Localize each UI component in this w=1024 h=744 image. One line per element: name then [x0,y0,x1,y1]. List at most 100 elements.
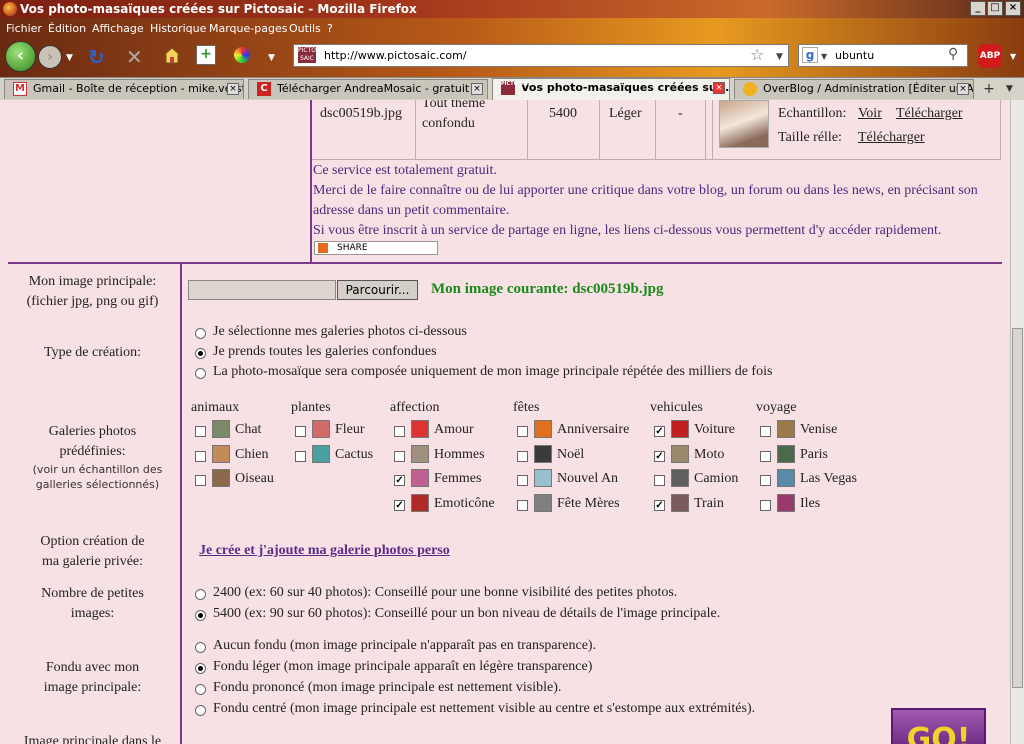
gallery-checkbox[interactable] [394,450,405,462]
gallery-thumbnail [777,444,795,463]
reload-icon[interactable]: ↻ [88,45,105,69]
tab-overblog[interactable]: OverBlog / Administration [Éditer un Art… [734,79,974,99]
menu-help[interactable]: ? [327,22,333,35]
tab-close-icon[interactable]: × [713,82,725,94]
gallery-thumbnail [534,494,552,513]
file-input[interactable] [188,280,336,300]
fondu-option-radio[interactable] [195,684,206,695]
tab-close-icon[interactable]: × [227,83,239,95]
gallery-checkbox[interactable] [654,475,665,487]
share-button[interactable]: SHARE [314,241,438,255]
type-option-radio[interactable] [195,328,206,339]
gallery-checkbox[interactable]: ✓ [394,500,405,512]
gallery-thumbnail [411,420,429,438]
menu-historique[interactable]: Historique [150,22,206,35]
count-option-radio[interactable] [195,589,206,600]
fondu-option-label: Fondu prononcé (mon image principale est… [213,680,562,695]
type-option-radio[interactable] [195,368,206,379]
go-button[interactable]: GO! [891,708,986,744]
new-tab-button[interactable]: + [980,80,998,98]
search-engine-dropdown-icon: ▼ [821,52,828,61]
gallery-item-label: Hommes [434,446,485,462]
gallery-checkbox[interactable] [760,500,771,512]
scrollbar-thumb[interactable] [1012,328,1023,688]
echantillon-voir-link[interactable]: Voir [858,106,882,122]
private-gallery-label-line2: ma galerie privée: [41,554,144,569]
gallery-item-label: Voiture [694,422,735,437]
adblock-icon[interactable]: ABP [978,44,1002,68]
gallery-checkbox[interactable] [195,450,206,462]
gallery-checkbox[interactable] [517,426,528,437]
search-icon[interactable]: ⚲ [948,46,958,62]
gallery-checkbox[interactable] [760,426,771,437]
gallery-checkbox[interactable] [295,450,306,462]
gallery-item-label: Emoticône [434,496,495,512]
gallery-checkbox[interactable] [195,426,206,437]
bookmark-add-icon[interactable]: + [196,45,216,65]
gallery-checkbox[interactable]: ✓ [654,500,665,512]
fondu-option-radio[interactable] [195,663,206,674]
echantillon-telecharger-link[interactable]: Télécharger [896,106,963,122]
home-icon[interactable] [162,45,182,65]
url-dropdown-icon[interactable]: ▼ [776,52,783,62]
share-icon [318,243,328,253]
tab-pictosaic[interactable]: PICTO SAIC Vos photo-masaïques créées su… [492,78,730,100]
tab-gmail[interactable]: M Gmail - Boîte de réception - mike.vers… [4,79,244,99]
gallery-item-label: Iles [800,496,821,512]
window-title: Vos photo-masaïques créées sur Pictosaic… [20,2,417,16]
close-window-button[interactable]: × [1005,1,1021,16]
gallery-checkbox[interactable] [517,475,528,487]
back-button[interactable]: ‹ [5,41,36,72]
private-gallery-link[interactable]: Je crée et j'ajoute ma galerie photos pe… [199,543,450,559]
browse-button[interactable]: Parcourir... [337,280,418,300]
gallery-category-1: plantes [291,400,331,415]
private-gallery-label: Option création de ma galerie privée: [10,532,175,572]
gallery-checkbox[interactable]: ✓ [394,475,405,487]
menu-affichage[interactable]: Affichage [92,22,144,35]
gallery-checkbox[interactable] [760,475,771,487]
result-thumbnail[interactable] [719,100,769,148]
forward-button[interactable]: › [38,45,62,69]
bookmark-star-icon[interactable]: ☆ [750,45,764,64]
tab-label: OverBlog / Administration [Éditer un Art… [763,82,974,95]
stop-icon[interactable]: ✕ [126,45,143,69]
menu-marque-pages[interactable]: Marque-pages [209,22,287,35]
gallery-checkbox[interactable]: ✓ [654,450,665,462]
type-option-radio[interactable] [195,348,206,359]
tab-close-icon[interactable]: × [957,83,969,95]
search-engine-icon[interactable]: g [802,47,818,63]
menu-fichier[interactable]: Fichier [6,22,42,35]
history-dropdown-icon[interactable]: ▼ [66,53,73,63]
fondu-option-radio[interactable] [195,642,206,653]
form-column-divider [180,264,182,744]
gallery-checkbox[interactable] [517,450,528,462]
gallery-checkbox[interactable] [195,475,206,487]
gallery-category-4: vehicules [650,400,703,415]
tab-list-dropdown-icon[interactable]: ▼ [1006,84,1013,94]
count-option-radio[interactable] [195,610,206,621]
menu-edition[interactable]: Édition [48,22,86,35]
adblock-dropdown-icon[interactable]: ▼ [1010,52,1016,61]
maximize-button[interactable]: □ [987,1,1003,16]
gallery-thumbnail [411,444,429,463]
gallery-checkbox[interactable] [295,426,306,437]
fondu-option-label: Fondu centré (mon image principale est n… [213,701,756,716]
gallery-thumbnail [534,469,552,488]
addon-dropdown-icon[interactable]: ▼ [268,53,275,63]
tab-close-icon[interactable]: × [471,83,483,95]
addon-icon[interactable] [234,47,250,63]
gallery-checkbox[interactable] [517,500,528,512]
gallery-checkbox[interactable] [394,426,405,437]
gallery-item-label: Noël [557,446,585,462]
url-bar[interactable]: http://www.pictosaic.com/ [293,44,789,67]
gallery-checkbox[interactable]: ✓ [654,426,665,437]
type-option-label: La photo-mosaïque sera composée uniqueme… [213,364,773,379]
gallery-thumbnail [777,469,795,488]
tab-andreamosaic[interactable]: C Télécharger AndreaMosaic - gratuit - × [248,79,488,99]
minimize-button[interactable]: _ [970,1,986,16]
menu-outils[interactable]: Outils [289,22,321,35]
gallery-note[interactable]: (voir un échantillon des galleries sélec… [10,462,185,492]
fondu-option-radio[interactable] [195,705,206,716]
taille-telecharger-link[interactable]: Télécharger [858,130,925,146]
gallery-checkbox[interactable] [760,450,771,462]
